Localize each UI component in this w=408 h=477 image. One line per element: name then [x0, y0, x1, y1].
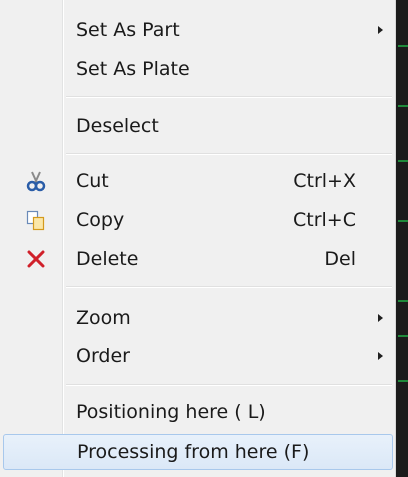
menu-item-label: Set As Part [76, 19, 180, 41]
menu-item-shortcut: Del [324, 248, 356, 270]
canvas-edge-mark [398, 335, 408, 337]
menu-item-positioning-here[interactable]: Positioning here ( L) [3, 395, 393, 429]
menu-separator [66, 384, 392, 386]
canvas-edge-mark [398, 160, 408, 162]
copy-icon [25, 209, 47, 231]
submenu-arrow-icon [378, 314, 383, 322]
menu-item-label: Cut [76, 170, 109, 192]
submenu-arrow-icon [378, 352, 383, 360]
menu-item-set-as-plate[interactable]: Set As Plate [3, 52, 393, 86]
canvas-edge-mark [398, 220, 408, 222]
menu-item-label: Set As Plate [76, 58, 190, 80]
scissors-icon [25, 170, 47, 192]
menu-item-set-as-part[interactable]: Set As Part [3, 13, 393, 47]
menu-item-label: Processing from here (F) [77, 441, 310, 463]
menu-item-label: Deselect [76, 115, 159, 137]
menu-item-label: Delete [76, 248, 139, 270]
canvas-edge-mark [398, 300, 408, 302]
menu-item-label: Zoom [76, 307, 131, 329]
menu-item-processing-from-here[interactable]: Processing from here (F) [3, 434, 393, 470]
menu-item-copy[interactable]: Copy Ctrl+C [3, 203, 393, 237]
menu-item-zoom[interactable]: Zoom [3, 301, 393, 335]
canvas-edge-mark [398, 380, 408, 382]
canvas-edge-mark [398, 105, 408, 107]
menu-item-shortcut: Ctrl+C [293, 209, 356, 231]
canvas-edge-mark [398, 45, 408, 47]
context-menu: Set As Part Set As Plate Deselect Cut Ct… [0, 0, 396, 477]
menu-separator [66, 286, 392, 288]
submenu-arrow-icon [378, 26, 383, 34]
menu-item-delete[interactable]: Delete Del [3, 242, 393, 276]
delete-x-icon [25, 248, 47, 270]
menu-item-label: Copy [76, 209, 125, 231]
menu-separator [66, 153, 392, 155]
menu-item-shortcut: Ctrl+X [293, 170, 356, 192]
menu-item-cut[interactable]: Cut Ctrl+X [3, 164, 393, 198]
menu-separator [66, 96, 392, 98]
menu-item-label: Order [76, 345, 130, 367]
background-canvas-edge [396, 0, 408, 477]
menu-item-order[interactable]: Order [3, 339, 393, 373]
menu-item-label: Positioning here ( L) [76, 401, 266, 423]
menu-item-deselect[interactable]: Deselect [3, 109, 393, 143]
